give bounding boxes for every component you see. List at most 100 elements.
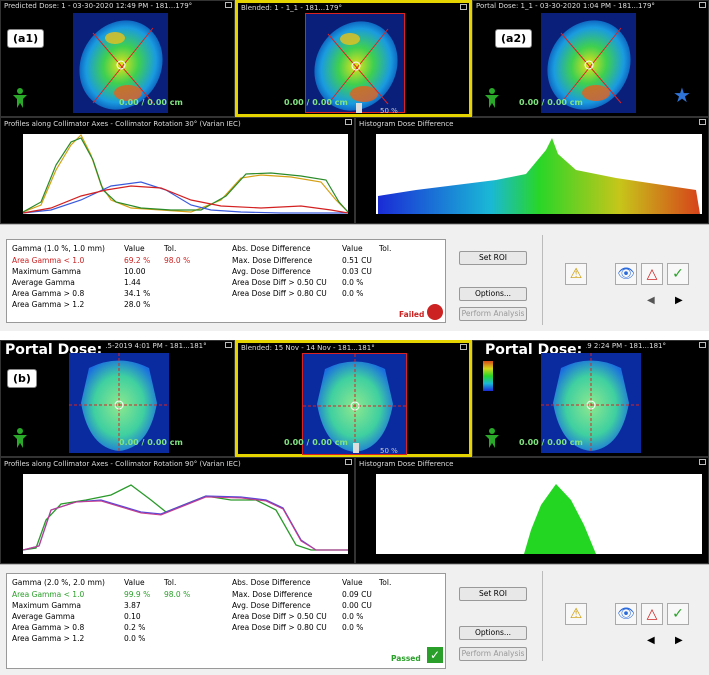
panel-title: Predicted Dose: 1 - 03-30-2020 12:49 PM … bbox=[4, 2, 193, 10]
maximize-icon[interactable] bbox=[699, 119, 706, 125]
figure-label: (b) bbox=[7, 369, 37, 388]
col-header: Tol. bbox=[379, 578, 392, 587]
analysis-table: Gamma (1.0 %, 1.0 mm) Value Tol. Abs. Do… bbox=[6, 239, 446, 323]
failed-icon bbox=[427, 304, 443, 320]
maximize-icon[interactable] bbox=[699, 2, 706, 8]
status-label: Passed bbox=[391, 654, 421, 663]
row-value: 0.10 bbox=[124, 612, 141, 621]
maximize-icon[interactable] bbox=[345, 459, 352, 465]
predicted-dose-panel[interactable]: Nov - 11-15-2019 4:01 PM - 181...181° Po… bbox=[0, 340, 235, 457]
row-label: Area Dose Diff > 0.80 CU bbox=[232, 289, 327, 298]
row-value: 0.00 CU bbox=[342, 601, 372, 610]
col-header: Value bbox=[124, 578, 145, 587]
action-panel: ⚠ 👁 △ ✓ ◀ ▶ bbox=[542, 235, 702, 325]
eye-icon[interactable]: 👁 bbox=[615, 263, 637, 285]
color-scale bbox=[483, 361, 493, 391]
warning-icon[interactable]: ⚠ bbox=[565, 263, 587, 285]
maximize-icon[interactable] bbox=[225, 2, 232, 8]
histogram-plot bbox=[376, 134, 702, 214]
row-value: 0.0 % bbox=[342, 289, 364, 298]
row-value: 0.0 % bbox=[342, 623, 364, 632]
row-label: Area Gamma < 1.0 bbox=[12, 590, 85, 599]
patient-icon bbox=[485, 428, 499, 448]
col-header: Abs. Dose Difference bbox=[232, 578, 311, 587]
options-button[interactable]: Options... bbox=[459, 287, 527, 301]
figure-label: (a2) bbox=[495, 29, 533, 48]
row-tol: 98.0 % bbox=[164, 590, 191, 599]
row-label: Max. Dose Difference bbox=[232, 256, 313, 265]
section-b-images: Nov - 11-15-2019 4:01 PM - 181...181° Po… bbox=[0, 340, 709, 457]
patient-icon bbox=[485, 88, 499, 108]
set-roi-button[interactable]: Set ROI bbox=[459, 251, 527, 265]
col-header: Tol. bbox=[379, 244, 392, 253]
maximize-icon[interactable] bbox=[225, 342, 232, 348]
row-label: Maximum Gamma bbox=[12, 267, 81, 276]
row-label: Maximum Gamma bbox=[12, 601, 81, 610]
maximize-icon[interactable] bbox=[460, 344, 467, 350]
blend-percent: 50 % bbox=[380, 107, 398, 115]
blended-panel[interactable]: Blended: 15 Nov - 14 Nov - 181...181° 0.… bbox=[235, 340, 472, 457]
row-value: 99.9 % bbox=[124, 590, 151, 599]
row-value: 0.0 % bbox=[342, 278, 364, 287]
perform-analysis-button[interactable]: Perform Analysis bbox=[459, 647, 527, 661]
check-icon[interactable]: ✓ bbox=[667, 603, 689, 625]
histogram-chart-b: Histogram Dose Difference bbox=[355, 457, 709, 564]
blend-slider[interactable] bbox=[353, 443, 359, 453]
maximize-icon[interactable] bbox=[699, 459, 706, 465]
next-arrow-icon[interactable]: ▶ bbox=[675, 295, 683, 306]
options-button[interactable]: Options... bbox=[459, 626, 527, 640]
portal-dose-panel[interactable]: Portal Dose: 1_1 - 03-30-2020 1:04 PM - … bbox=[472, 0, 709, 117]
check-icon[interactable]: ✓ bbox=[667, 263, 689, 285]
next-arrow-icon[interactable]: ▶ bbox=[675, 635, 683, 646]
chart-title: Profiles along Collimator Axes - Collima… bbox=[4, 460, 241, 468]
row-label: Area Gamma > 0.8 bbox=[12, 289, 85, 298]
row-label: Area Dose Diff > 0.80 CU bbox=[232, 623, 327, 632]
profile-plot bbox=[22, 474, 348, 554]
row-label: Area Gamma > 1.2 bbox=[12, 300, 85, 309]
col-header: Gamma (2.0 %, 2.0 mm) bbox=[12, 578, 105, 587]
portal-dose-panel[interactable]: 11-14-2019 2:24 PM - 181...181° Portal D… bbox=[472, 340, 709, 457]
chart-title: Histogram Dose Difference bbox=[359, 460, 454, 468]
star-icon[interactable]: ★ bbox=[673, 83, 691, 107]
section-a-images: Predicted Dose: 1 - 03-30-2020 12:49 PM … bbox=[0, 0, 709, 117]
action-panel: ⚠ 👁 △ ✓ ◀ ▶ bbox=[542, 571, 702, 661]
profile-plot bbox=[22, 133, 349, 214]
eye-icon[interactable]: 👁 bbox=[615, 603, 637, 625]
row-label: Avg. Dose Difference bbox=[232, 267, 311, 276]
passed-icon: ✓ bbox=[427, 647, 443, 663]
row-label: Area Dose Diff > 0.50 CU bbox=[232, 278, 327, 287]
blended-panel[interactable]: Blended: 1 - 1_1 - 181...179° 0.00 / 0.0… bbox=[235, 0, 472, 117]
row-label: Avg. Dose Difference bbox=[232, 601, 311, 610]
profile-chart-b: Profiles along Collimator Axes - Collima… bbox=[0, 457, 355, 564]
perform-analysis-button[interactable]: Perform Analysis bbox=[459, 307, 527, 321]
triangle-icon[interactable]: △ bbox=[641, 603, 663, 625]
chart-title: Profiles along Collimator Axes - Collima… bbox=[4, 120, 241, 128]
patient-icon bbox=[13, 88, 27, 108]
patient-icon bbox=[13, 428, 27, 448]
row-tol: 98.0 % bbox=[164, 256, 191, 265]
figure-label: (a1) bbox=[7, 29, 45, 48]
row-value: 0.0 % bbox=[124, 634, 146, 643]
row-label: Area Gamma < 1.0 bbox=[12, 256, 85, 265]
blend-slider[interactable] bbox=[356, 103, 362, 113]
maximize-icon[interactable] bbox=[460, 4, 467, 10]
triangle-icon[interactable]: △ bbox=[641, 263, 663, 285]
analysis-controls-a: Gamma (1.0 %, 1.0 mm) Value Tol. Abs. Do… bbox=[0, 224, 709, 331]
maximize-icon[interactable] bbox=[345, 119, 352, 125]
maximize-icon[interactable] bbox=[699, 342, 706, 348]
row-value: 10.00 bbox=[124, 267, 146, 276]
row-label: Max. Dose Difference bbox=[232, 590, 313, 599]
warning-icon[interactable]: ⚠ bbox=[565, 603, 587, 625]
row-value: 28.0 % bbox=[124, 300, 151, 309]
prev-arrow-icon[interactable]: ◀ bbox=[647, 295, 655, 306]
panel-title: Blended: 1 - 1_1 - 181...179° bbox=[241, 4, 342, 12]
col-header: Value bbox=[124, 244, 145, 253]
col-header: Gamma (1.0 %, 1.0 mm) bbox=[12, 244, 105, 253]
panel-title: Portal Dose: 1_1 - 03-30-2020 1:04 PM - … bbox=[476, 2, 655, 10]
set-roi-button[interactable]: Set ROI bbox=[459, 587, 527, 601]
row-label: Average Gamma bbox=[12, 612, 75, 621]
row-value: 0.0 % bbox=[342, 612, 364, 621]
prev-arrow-icon[interactable]: ◀ bbox=[647, 635, 655, 646]
predicted-dose-panel[interactable]: Predicted Dose: 1 - 03-30-2020 12:49 PM … bbox=[0, 0, 235, 117]
col-header: Abs. Dose Difference bbox=[232, 244, 311, 253]
